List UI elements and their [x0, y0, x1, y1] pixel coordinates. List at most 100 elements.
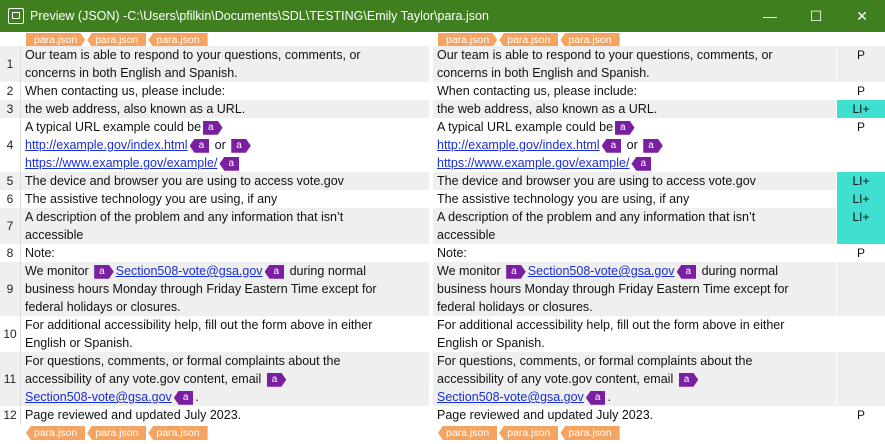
source-text: Our team is able to respond to your ques… — [25, 48, 361, 62]
segment-status: LI+ — [837, 190, 885, 208]
target-cell[interactable]: Our team is able to respond to your ques… — [433, 46, 836, 82]
file-end-tag: para.json — [148, 426, 208, 440]
inline-open-tag[interactable]: a — [231, 138, 251, 153]
url-link[interactable]: https://www.example.gov/example/ — [437, 156, 629, 170]
target-text: For additional accessibility help, fill … — [437, 318, 785, 332]
target-text: For questions, comments, or formal compl… — [437, 354, 753, 368]
source-cell[interactable]: A description of the problem and any inf… — [21, 208, 429, 244]
target-text: A description of the problem and any inf… — [437, 210, 756, 224]
target-cell[interactable]: For questions, comments, or formal compl… — [433, 352, 836, 406]
target-text: A typical URL example could be — [437, 120, 614, 134]
source-cell[interactable]: The assistive technology you are using, … — [21, 190, 429, 208]
segment-row-9[interactable]: 9 We monitor a Section508-vote@gsa.gov a d… — [0, 262, 885, 316]
minimize-button[interactable]: — — [747, 0, 793, 32]
inline-open-tag[interactable]: a — [678, 372, 699, 387]
source-cell[interactable]: For additional accessibility help, fill … — [21, 316, 429, 352]
target-text: Note: — [437, 246, 467, 260]
url-link[interactable]: http://example.gov/index.html — [25, 138, 188, 152]
source-cell[interactable]: For questions, comments, or formal compl… — [21, 352, 429, 406]
segment-row-3[interactable]: 3 the web address, also known as a URL. … — [0, 100, 885, 118]
file-end-tag: para.json — [499, 33, 559, 47]
segment-number: 9 — [0, 262, 21, 316]
segment-row-1[interactable]: 1 Our team is able to respond to your qu… — [0, 46, 885, 82]
source-cell[interactable]: the web address, also known as a URL. — [21, 100, 429, 118]
url-link[interactable]: http://example.gov/index.html — [437, 138, 600, 152]
source-cell[interactable]: Note: — [21, 244, 429, 262]
inline-close-tag[interactable]: a — [264, 264, 285, 279]
segment-row-4[interactable]: 4 A typical URL example could be a http:/… — [0, 118, 885, 172]
target-cell[interactable]: The assistive technology you are using, … — [433, 190, 836, 208]
file-end-tag: para.json — [87, 426, 147, 440]
source-text: federal holidays or closures. — [25, 300, 181, 314]
segment-number: 4 — [0, 118, 21, 172]
inline-close-tag[interactable]: a — [219, 156, 240, 171]
source-cell[interactable]: Page reviewed and updated July 2023. — [21, 406, 429, 424]
segment-status: P — [856, 120, 865, 134]
file-end-tag: para.json — [560, 33, 620, 47]
inline-close-tag[interactable]: a — [676, 264, 697, 279]
segment-number: 8 — [0, 244, 21, 262]
inline-open-tag[interactable]: a — [266, 372, 287, 387]
segment-status — [837, 352, 885, 406]
file-end-tag: para.json — [26, 426, 86, 440]
inline-open-tag[interactable]: a — [94, 264, 114, 279]
segment-row-6[interactable]: 6 The assistive technology you are using… — [0, 190, 885, 208]
email-link[interactable]: Section508-vote@gsa.gov — [116, 264, 263, 278]
source-cell[interactable]: A typical URL example could be a http://e… — [21, 118, 429, 172]
inline-close-tag[interactable]: a — [601, 138, 622, 153]
maximize-button[interactable]: ☐ — [793, 0, 839, 32]
segment-number: 1 — [0, 46, 21, 82]
target-cell[interactable]: A typical URL example could be a http://e… — [433, 118, 836, 172]
inline-close-tag[interactable]: a — [189, 138, 210, 153]
inline-close-tag[interactable]: a — [173, 390, 194, 405]
title-bar: Preview (JSON) -C:\Users\pfilkin\Documen… — [0, 0, 885, 32]
segment-status — [837, 316, 885, 352]
source-text: business hours Monday through Friday Eas… — [25, 282, 377, 296]
inline-close-tag[interactable]: a — [631, 156, 652, 171]
segment-row-10[interactable]: 10 For additional accessibility help, fi… — [0, 316, 885, 352]
segment-number: 3 — [0, 100, 21, 118]
source-cell[interactable]: Our team is able to respond to your ques… — [21, 46, 429, 82]
segment-row-2[interactable]: 2 When contacting us, please include: Wh… — [0, 82, 885, 100]
close-button[interactable]: ✕ — [839, 0, 885, 32]
segment-row-11[interactable]: 11 For questions, comments, or formal co… — [0, 352, 885, 406]
target-cell[interactable]: the web address, also known as a URL. — [433, 100, 836, 118]
email-link[interactable]: Section508-vote@gsa.gov — [25, 390, 172, 404]
target-text: accessible — [437, 228, 496, 242]
target-cell[interactable]: We monitor a Section508-vote@gsa.gov a dur… — [433, 262, 836, 316]
segment-row-7[interactable]: 7 A description of the problem and any i… — [0, 208, 885, 244]
inline-open-tag[interactable]: a — [506, 264, 526, 279]
source-cell[interactable]: The device and browser you are using to … — [21, 172, 429, 190]
target-cell[interactable]: Note: — [433, 244, 836, 262]
target-cell[interactable]: When contacting us, please include: — [433, 82, 836, 100]
preview-app-icon — [8, 8, 24, 24]
segment-row-5[interactable]: 5 The device and browser you are using t… — [0, 172, 885, 190]
target-text: during normal — [701, 264, 779, 278]
target-text: We monitor — [437, 264, 501, 278]
file-end-tag: para.json — [148, 33, 208, 47]
segment-number: 12 — [0, 406, 21, 424]
file-end-tag: para.json — [438, 426, 498, 440]
target-cell[interactable]: A description of the problem and any inf… — [433, 208, 836, 244]
target-text: Page reviewed and updated July 2023. — [437, 408, 654, 422]
target-cell[interactable]: For additional accessibility help, fill … — [433, 316, 836, 352]
target-cell[interactable]: The device and browser you are using to … — [433, 172, 836, 190]
inline-open-tag[interactable]: a — [615, 120, 635, 135]
target-text: concerns in both English and Spanish. — [437, 66, 650, 80]
segment-row-8[interactable]: 8 Note: Note: P — [0, 244, 885, 262]
segment-row-12[interactable]: 12 Page reviewed and updated July 2023. … — [0, 406, 885, 424]
email-link[interactable]: Section508-vote@gsa.gov — [528, 264, 675, 278]
email-link[interactable]: Section508-vote@gsa.gov — [437, 390, 584, 404]
inline-open-tag[interactable]: a — [203, 120, 223, 135]
window-title: Preview (JSON) -C:\Users\pfilkin\Documen… — [30, 9, 489, 23]
target-cell[interactable]: Page reviewed and updated July 2023. — [433, 406, 836, 424]
segment-status: P — [837, 46, 885, 82]
file-end-tag: para.json — [499, 426, 559, 440]
source-cell[interactable]: We monitor a Section508-vote@gsa.gov a dur… — [21, 262, 429, 316]
inline-open-tag[interactable]: a — [643, 138, 663, 153]
segment-status: LI+ — [837, 100, 885, 118]
url-link[interactable]: https://www.example.gov/example/ — [25, 156, 217, 170]
source-cell[interactable]: When contacting us, please include: — [21, 82, 429, 100]
preview-grid: para.json para.json para.json para.json … — [0, 32, 885, 442]
inline-close-tag[interactable]: a — [585, 390, 606, 405]
